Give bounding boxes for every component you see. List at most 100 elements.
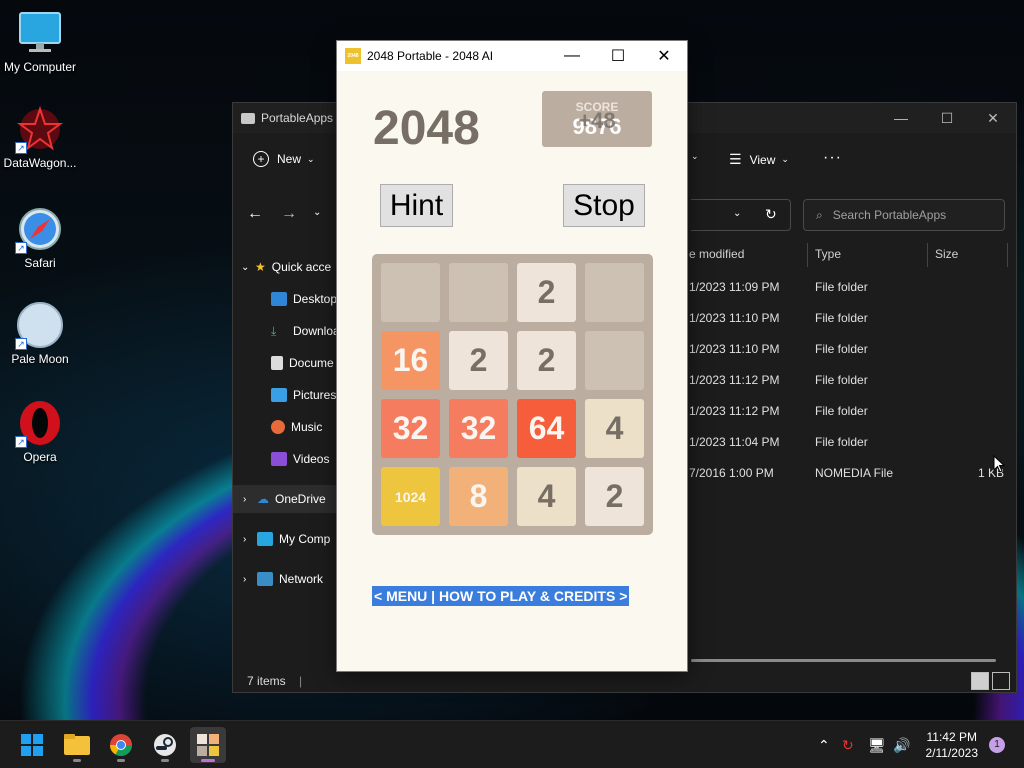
tree-item-music[interactable]: Music bbox=[233, 413, 343, 441]
system-clock[interactable]: 11:42 PM 2/11/2023 bbox=[926, 729, 979, 761]
list-view-icon: ☰ bbox=[729, 151, 742, 167]
network-icon[interactable]: 🖥 bbox=[868, 721, 886, 768]
table-row[interactable]: 1/2023 11:04 PM File folder bbox=[681, 426, 1016, 457]
minimize-icon[interactable]: — bbox=[878, 103, 924, 133]
column-date-modified[interactable]: e modified bbox=[689, 247, 744, 261]
back-arrow-icon[interactable]: ← bbox=[247, 205, 263, 223]
table-row[interactable]: 1/2023 11:10 PM File folder bbox=[681, 302, 1016, 333]
star-icon: ★ bbox=[255, 260, 266, 274]
score-value: 9876 +48 bbox=[542, 108, 652, 140]
download-icon: ⤓ bbox=[271, 323, 277, 338]
sync-icon[interactable]: ↻ bbox=[842, 721, 854, 768]
horizontal-scrollbar[interactable] bbox=[691, 659, 996, 662]
table-row[interactable]: 1/2023 11:12 PM File folder bbox=[681, 364, 1016, 395]
chevron-down-icon: ⌄ bbox=[307, 153, 315, 164]
document-icon bbox=[271, 356, 283, 370]
minimize-icon[interactable]: — bbox=[549, 41, 595, 71]
menu-link[interactable]: < MENU | HOW TO PLAY & CREDITS > bbox=[372, 586, 630, 606]
address-bar[interactable]: ⌄ ↻ bbox=[691, 199, 791, 231]
recent-locations-chevron-icon[interactable]: ⌄ bbox=[313, 207, 321, 218]
desktop-icon-datawagon[interactable]: ↗ DataWagon... bbox=[2, 105, 78, 170]
view-button[interactable]: ☰ View ⌄ bbox=[729, 151, 789, 168]
desktop-icon-my-computer[interactable]: My Computer bbox=[2, 10, 78, 74]
chrome-icon bbox=[110, 734, 132, 756]
game-window-title: 2048 Portable - 2048 AI bbox=[367, 49, 494, 63]
taskbar-chrome[interactable] bbox=[103, 727, 139, 763]
tile: 2 bbox=[449, 331, 508, 390]
tile: 64 bbox=[517, 399, 576, 458]
show-hidden-icons-chevron[interactable]: ⌃ bbox=[818, 721, 830, 768]
clock-time: 11:42 PM bbox=[926, 730, 977, 744]
videos-icon bbox=[271, 452, 287, 466]
tile: 32 bbox=[381, 399, 440, 458]
tile: 4 bbox=[585, 399, 644, 458]
tile: 2 bbox=[517, 331, 576, 390]
maximize-icon[interactable]: ☐ bbox=[924, 103, 970, 133]
empty-cell bbox=[381, 263, 440, 322]
tree-item-onedrive[interactable]: › ☁ OneDrive bbox=[233, 485, 343, 513]
chevron-down-icon: ⌄ bbox=[781, 154, 789, 164]
tile: 2 bbox=[517, 263, 576, 322]
taskbar-steam[interactable] bbox=[147, 727, 183, 763]
tree-item-downloads[interactable]: ⤓ Downloa bbox=[233, 317, 343, 345]
refresh-icon[interactable]: ↻ bbox=[765, 206, 777, 223]
score-box: SCORE 9876 +48 bbox=[542, 91, 652, 147]
tile: 1024 bbox=[381, 467, 440, 526]
empty-cell bbox=[585, 331, 644, 390]
forward-arrow-icon[interactable]: → bbox=[281, 205, 297, 223]
details-view-icon[interactable] bbox=[971, 672, 989, 690]
tree-item-desktop[interactable]: Desktop bbox=[233, 285, 343, 313]
game-title: 2048 bbox=[373, 102, 480, 155]
desktop-icon-opera[interactable]: ↗ Opera bbox=[2, 400, 78, 464]
tree-item-videos[interactable]: Videos bbox=[233, 445, 343, 473]
tree-item-documents[interactable]: Docume bbox=[233, 349, 343, 377]
tile: 2 bbox=[585, 467, 644, 526]
game-board[interactable]: 2 16 2 2 32 32 64 4 1024 8 4 2 bbox=[372, 254, 653, 535]
table-row[interactable]: 1/2023 11:09 PM File folder bbox=[681, 271, 1016, 302]
taskbar-file-explorer[interactable] bbox=[59, 727, 95, 763]
clock-date: 2/11/2023 bbox=[925, 746, 979, 760]
desktop-icon-pale-moon[interactable]: ↗ Pale Moon bbox=[2, 302, 78, 366]
notification-badge[interactable]: 1 bbox=[989, 737, 1005, 753]
datawagon-icon: ↗ bbox=[15, 105, 63, 154]
chevron-down-icon[interactable]: ⌄ bbox=[733, 208, 741, 219]
more-options-button[interactable]: ··· bbox=[823, 149, 842, 167]
search-input[interactable]: ⌕ Search PortableApps bbox=[803, 199, 1005, 231]
item-count: 7 items bbox=[247, 674, 286, 688]
tiles-view-icon[interactable] bbox=[992, 672, 1010, 690]
tile: 4 bbox=[517, 467, 576, 526]
tree-item-my-computer[interactable]: › My Comp bbox=[233, 525, 343, 553]
taskbar-2048-app[interactable] bbox=[190, 727, 226, 763]
column-size[interactable]: Size bbox=[935, 247, 958, 261]
folder-icon bbox=[241, 112, 255, 124]
tree-item-pictures[interactable]: Pictures bbox=[233, 381, 343, 409]
pictures-icon bbox=[271, 388, 287, 402]
mouse-cursor-icon bbox=[993, 455, 1005, 473]
start-icon bbox=[21, 734, 43, 756]
column-headers: e modified Type Size bbox=[681, 243, 1016, 267]
desktop-icon-safari[interactable]: ↗ Safari bbox=[2, 206, 78, 270]
tree-item-network[interactable]: › Network bbox=[233, 565, 343, 593]
hint-button[interactable]: Hint bbox=[380, 184, 453, 227]
table-row[interactable]: 1/2023 11:12 PM File folder bbox=[681, 395, 1016, 426]
music-icon bbox=[271, 420, 285, 434]
monitor-icon bbox=[257, 532, 273, 546]
close-icon[interactable]: ✕ bbox=[641, 41, 687, 71]
tile: 8 bbox=[449, 467, 508, 526]
chevron-down-icon[interactable]: ⌄ bbox=[691, 151, 699, 162]
desktop-folder-icon bbox=[271, 292, 287, 306]
column-type[interactable]: Type bbox=[815, 247, 841, 261]
stop-button[interactable]: Stop bbox=[563, 184, 645, 227]
tree-item-quick-access[interactable]: ⌄ ★ Quick acce bbox=[233, 253, 343, 281]
score-delta: +48 bbox=[578, 108, 616, 133]
table-row[interactable]: 1/2023 11:10 PM File folder bbox=[681, 333, 1016, 364]
app-2048-icon: 2048 bbox=[345, 48, 361, 64]
start-button[interactable] bbox=[14, 727, 50, 763]
opera-icon: ↗ bbox=[15, 400, 63, 448]
new-button[interactable]: + New ⌄ bbox=[253, 151, 315, 167]
volume-icon[interactable]: 🔊 bbox=[893, 721, 910, 768]
close-icon[interactable]: ✕ bbox=[970, 103, 1016, 133]
table-row[interactable]: 7/2016 1:00 PM NOMEDIA File 1 KB bbox=[681, 457, 1016, 488]
chevron-right-icon: › bbox=[243, 493, 247, 505]
maximize-icon[interactable]: ☐ bbox=[595, 41, 641, 71]
